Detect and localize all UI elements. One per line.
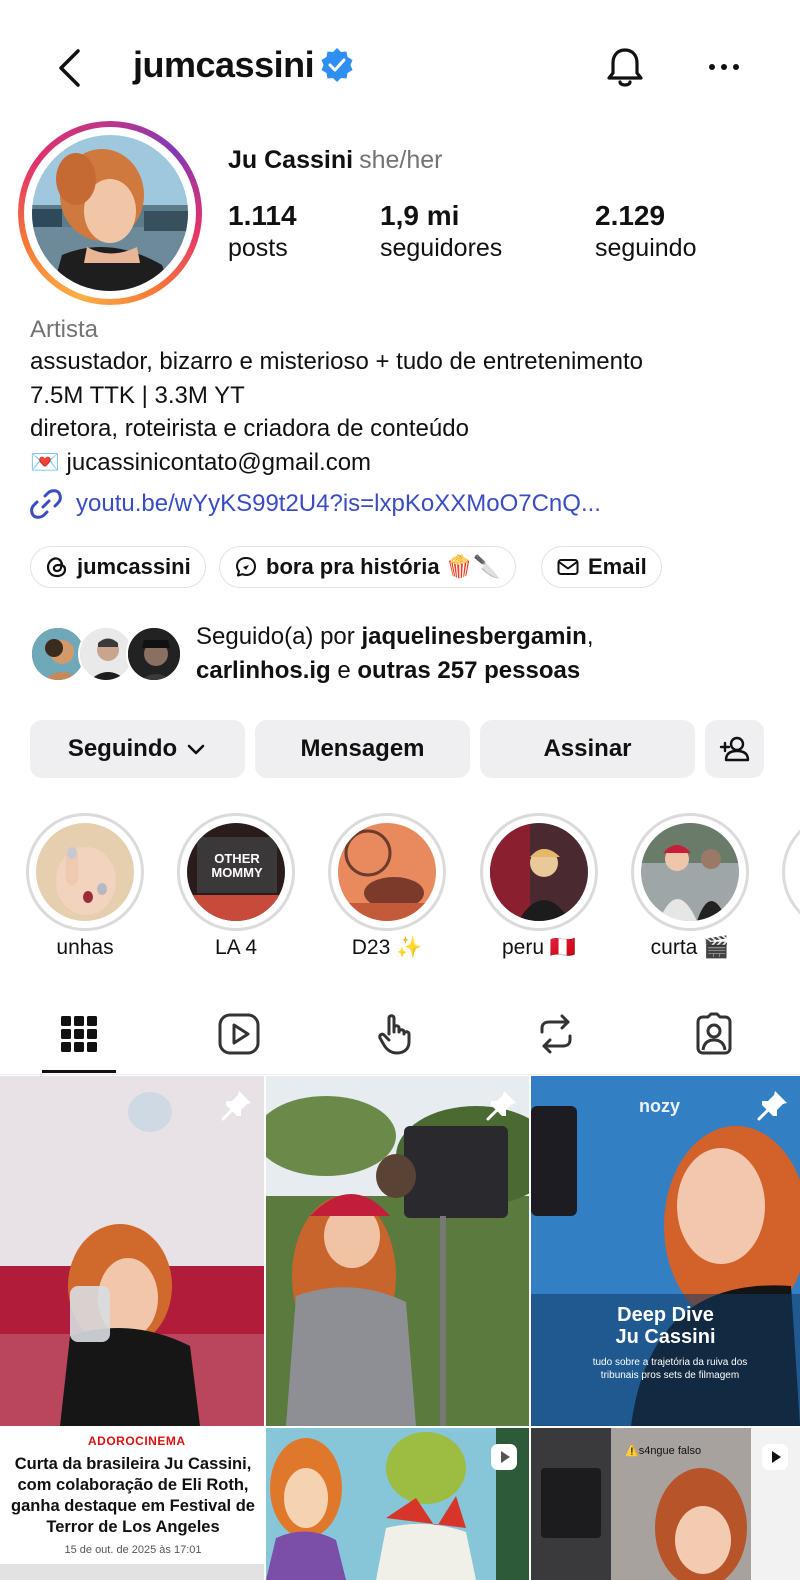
highlight-label: D23 ✨ xyxy=(351,936,423,959)
reel-icon xyxy=(762,1444,788,1470)
post-title-line-1: Deep Dive xyxy=(617,1304,714,1326)
post-tile-deep-dive[interactable]: nozy Deep Dive Ju Cassini tudo sobre a t… xyxy=(531,1076,800,1426)
highlight-label: unhas xyxy=(56,936,114,959)
bell-icon[interactable] xyxy=(604,46,646,90)
verified-badge-icon xyxy=(321,48,353,82)
post-tile-sangue[interactable]: ⚠️s4ngue falso xyxy=(531,1428,800,1580)
link-icon xyxy=(30,489,62,519)
highlight-cover xyxy=(338,823,436,921)
profile-avatar[interactable] xyxy=(18,121,202,305)
post-tile-set[interactable] xyxy=(266,1076,529,1426)
news-brand: ADOROCINEMA xyxy=(88,1434,186,1448)
highlight-unhas[interactable] xyxy=(26,813,144,931)
highlight-d23[interactable] xyxy=(328,813,446,931)
mail-icon xyxy=(557,559,579,575)
avatar-photo xyxy=(32,135,188,291)
highlight-cover xyxy=(36,823,134,921)
news-date: 15 de out. de 2025 às 17:01 xyxy=(64,1544,202,1556)
profile-name: Ju Cassini she/her xyxy=(228,146,442,175)
add-person-icon xyxy=(719,736,749,762)
reel-icon xyxy=(491,1444,517,1470)
stat-following[interactable]: 2.129 seguindo xyxy=(595,200,696,263)
mutual-avatar[interactable] xyxy=(126,626,182,682)
pronouns: she/her xyxy=(359,146,443,174)
chat-bubble-icon xyxy=(236,557,256,577)
highlight-cover xyxy=(490,823,588,921)
followed-by-text[interactable]: Seguido(a) por jaquelinesbergamin, carli… xyxy=(196,620,594,688)
pill-chat[interactable]: bora pra história 🍿🔪 xyxy=(219,546,516,588)
bio-line: 7.5M TTK | 3.3M YT xyxy=(30,382,245,409)
pill-email[interactable]: Email xyxy=(541,546,662,588)
post-tile-cartoon[interactable] xyxy=(266,1428,529,1580)
post-subtitle: tudo sobre a trajetória da ruiva dos tri… xyxy=(592,1357,748,1381)
profile-category: Artista xyxy=(30,316,99,343)
tagged-icon[interactable] xyxy=(690,1010,738,1058)
bio-line: assustador, bizarro e misterioso + tudo … xyxy=(30,348,644,375)
full-name: Ju Cassini xyxy=(228,146,354,174)
back-chevron-icon[interactable] xyxy=(50,46,90,90)
reels-icon[interactable] xyxy=(215,1010,263,1058)
post-tile-news[interactable]: ADOROCINEMA Curta da brasileira Ju Cassi… xyxy=(0,1428,264,1580)
username-title: jumcassini xyxy=(133,44,354,86)
highlight-curta[interactable] xyxy=(631,813,749,931)
active-tab-indicator xyxy=(42,1070,116,1073)
pin-icon xyxy=(486,1091,516,1121)
post-image xyxy=(266,1076,529,1426)
highlight-more-partial[interactable] xyxy=(782,813,800,931)
following-button[interactable]: Seguindo xyxy=(30,720,245,778)
post-tile-awards[interactable] xyxy=(0,1076,264,1426)
stat-followers[interactable]: 1,9 mi seguidores xyxy=(380,200,502,263)
more-dots-icon[interactable] xyxy=(704,52,744,82)
highlight-label: curta 🎬 xyxy=(650,936,730,959)
threads-icon xyxy=(46,557,67,578)
stat-value: 1,9 mi xyxy=(380,200,460,231)
profile-header: jumcassini xyxy=(0,0,800,135)
pill-threads[interactable]: jumcassini xyxy=(30,546,206,588)
tap-hand-icon[interactable] xyxy=(373,1010,421,1058)
subscribe-button[interactable]: Assinar xyxy=(480,720,695,778)
pill-label: Email xyxy=(588,554,647,579)
highlight-cover xyxy=(641,823,739,921)
highlight-peru[interactable] xyxy=(480,813,598,931)
mutual-others: outras 257 pessoas xyxy=(357,657,581,684)
repost-icon[interactable] xyxy=(532,1010,580,1058)
post-caption-sticker: ⚠️s4ngue falso xyxy=(625,1445,702,1457)
username: jumcassini xyxy=(133,44,315,85)
stat-value: 1.114 xyxy=(228,200,297,231)
divider xyxy=(0,1074,800,1075)
stat-posts[interactable]: 1.114 posts xyxy=(228,200,297,263)
post-image xyxy=(0,1076,264,1426)
bio-line: diretora, roteirista e criadora de conte… xyxy=(30,415,469,442)
svg-text:MOMMY: MOMMY xyxy=(211,865,263,880)
stat-label: seguidores xyxy=(380,234,503,262)
pill-label: bora pra história 🍿🔪 xyxy=(266,554,501,579)
post-title-line-2: Ju Cassini xyxy=(615,1326,716,1348)
pill-label: jumcassini xyxy=(77,554,191,579)
bio-email-line[interactable]: 💌 jucassinicontato@gmail.com xyxy=(30,448,371,477)
highlight-label: peru 🇵🇪 xyxy=(501,936,576,959)
highlight-cover: OTHER MOMMY xyxy=(187,823,285,921)
highlight-la4[interactable]: OTHER MOMMY xyxy=(177,813,295,931)
post-brand: nozy xyxy=(639,1096,681,1116)
pin-icon xyxy=(757,1091,787,1121)
mutual-user-2: carlinhos.ig xyxy=(196,657,331,684)
stat-label: seguindo xyxy=(595,234,697,262)
chevron-down-icon xyxy=(187,744,205,755)
grid-icon[interactable] xyxy=(55,1010,103,1058)
mutual-user-1: jaquelinesbergamin xyxy=(361,623,587,650)
highlight-label: LA 4 xyxy=(214,936,258,959)
stat-value: 2.129 xyxy=(595,200,666,231)
pin-icon xyxy=(221,1091,251,1121)
svg-text:OTHER: OTHER xyxy=(214,851,260,866)
news-headline: Curta da brasileira Ju Cassini, com cola… xyxy=(11,1455,255,1536)
message-button[interactable]: Mensagem xyxy=(255,720,470,778)
bio-link-text: youtu.be/wYyKS99t2U4?is=lxpKoXXMoO7CnQ..… xyxy=(76,490,601,517)
bio-link[interactable]: youtu.be/wYyKS99t2U4?is=lxpKoXXMoO7CnQ..… xyxy=(30,488,601,520)
suggested-accounts-button[interactable] xyxy=(705,720,764,778)
stat-label: posts xyxy=(228,234,288,262)
